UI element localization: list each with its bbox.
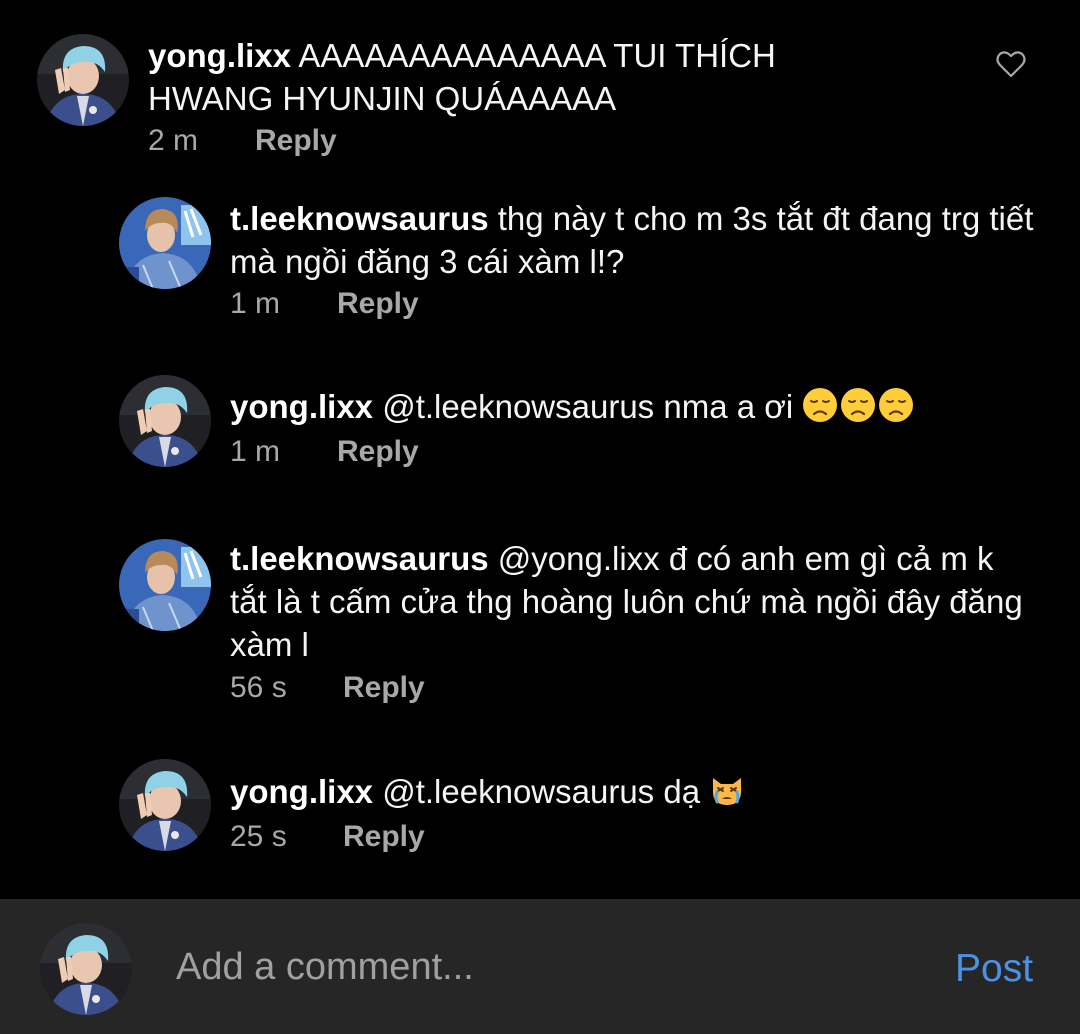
username[interactable]: yong.lixx — [230, 773, 373, 810]
comment-reply-item: yong.lixx @t.leeknowsaurus nma a ơi 1 m … — [119, 385, 1049, 485]
username[interactable]: t.leeknowsaurus — [230, 200, 489, 237]
comment-body: yong.lixx AAAAAAAAAAAAAA TUI THÍCH HWANG… — [148, 34, 848, 120]
timestamp: 1 m — [230, 435, 281, 468]
timestamp: 56 s — [230, 671, 287, 704]
comment-item: yong.lixx AAAAAAAAAAAAAA TUI THÍCH HWANG… — [37, 34, 1037, 164]
comment-meta: 1 m Reply — [230, 435, 419, 469]
reply-button[interactable]: Reply — [343, 820, 425, 854]
reply-button[interactable]: Reply — [337, 435, 419, 469]
comment-meta: 56 s Reply — [230, 671, 425, 705]
disappointed-face-icon — [878, 387, 914, 423]
avatar — [40, 923, 132, 1015]
comment-meta: 1 m Reply — [230, 287, 419, 321]
comment-composer: Post — [0, 899, 1080, 1034]
disappointed-face-icon — [802, 387, 838, 423]
comment-meta: 2 m Reply — [148, 124, 337, 158]
avatar[interactable] — [37, 34, 129, 126]
comment-text: @t.leeknowsaurus dạ — [382, 773, 701, 810]
add-comment-input[interactable] — [176, 937, 916, 997]
reply-button[interactable]: Reply — [255, 124, 337, 158]
comment-reply-item: yong.lixx @t.leeknowsaurus dạ 25 s Reply — [119, 770, 1049, 870]
avatar[interactable] — [119, 197, 211, 289]
disappointed-face-icon — [840, 387, 876, 423]
crying-cat-face-icon — [709, 772, 745, 808]
comment-body: t.leeknowsaurus @yong.lixx đ có anh em g… — [230, 537, 1035, 666]
timestamp: 2 m — [148, 124, 199, 157]
timestamp: 25 s — [230, 820, 287, 853]
comment-reply-item: t.leeknowsaurus @yong.lixx đ có anh em g… — [119, 537, 1049, 717]
username[interactable]: t.leeknowsaurus — [230, 540, 489, 577]
comment-body: yong.lixx @t.leeknowsaurus nma a ơi — [230, 385, 1035, 428]
post-button[interactable]: Post — [955, 947, 1033, 991]
timestamp: 1 m — [230, 287, 281, 320]
heart-icon[interactable] — [996, 50, 1026, 78]
username[interactable]: yong.lixx — [230, 388, 373, 425]
avatar[interactable] — [119, 759, 211, 851]
comment-meta: 25 s Reply — [230, 820, 425, 854]
avatar[interactable] — [119, 375, 211, 467]
reply-button[interactable]: Reply — [343, 671, 425, 705]
comment-text: @t.leeknowsaurus nma a ơi — [382, 388, 794, 425]
reply-button[interactable]: Reply — [337, 287, 419, 321]
comment-reply-item: t.leeknowsaurus thg này t cho m 3s tắt đ… — [119, 197, 1049, 327]
avatar[interactable] — [119, 539, 211, 631]
comment-body: yong.lixx @t.leeknowsaurus dạ — [230, 770, 1035, 813]
comment-body: t.leeknowsaurus thg này t cho m 3s tắt đ… — [230, 197, 1035, 283]
username[interactable]: yong.lixx — [148, 37, 291, 74]
